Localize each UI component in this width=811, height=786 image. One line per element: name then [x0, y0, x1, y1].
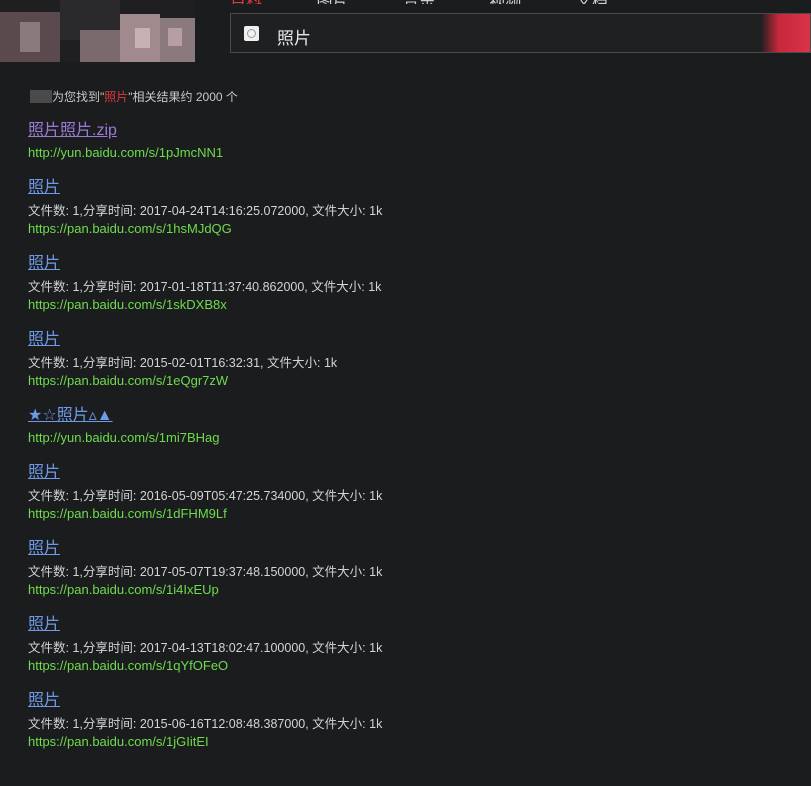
- result-meta: 文件数: 1,分享时间: 2017-04-13T18:02:47.100000,…: [28, 641, 383, 655]
- result-url[interactable]: https://pan.baidu.com/s/1skDXB8x: [28, 296, 788, 314]
- summary-prefix: 为您找到": [52, 90, 105, 104]
- search-input[interactable]: 照片: [277, 24, 311, 49]
- nav-item-video[interactable]: 视频: [489, 0, 521, 4]
- result-summary: 为您找到"照片"相关结果约 2000 个: [30, 88, 238, 105]
- search-button[interactable]: [762, 14, 810, 52]
- result-url[interactable]: https://pan.baidu.com/s/1dFHM9Lf: [28, 505, 788, 523]
- result-item: 照片文件数: 1,分享时间: 2017-05-07T19:37:48.15000…: [28, 538, 788, 599]
- result-item: 照片文件数: 1,分享时间: 2015-02-01T16:32:31, 文件大小…: [28, 329, 788, 390]
- result-title-link[interactable]: 照片: [28, 690, 60, 712]
- result-url[interactable]: http://yun.baidu.com/s/1pJmcNN1: [28, 144, 788, 162]
- result-title-link[interactable]: 照片: [28, 614, 60, 636]
- result-meta: 文件数: 1,分享时间: 2017-05-07T19:37:48.150000,…: [28, 565, 383, 579]
- result-meta: 文件数: 1,分享时间: 2015-06-16T12:08:48.387000,…: [28, 717, 383, 731]
- result-url[interactable]: https://pan.baidu.com/s/1eQgr7zW: [28, 372, 788, 390]
- result-url[interactable]: http://yun.baidu.com/s/1mi7BHag: [28, 429, 788, 447]
- result-url[interactable]: https://pan.baidu.com/s/1i4IxEUp: [28, 581, 788, 599]
- result-meta: 文件数: 1,分享时间: 2016-05-09T05:47:25.734000,…: [28, 489, 383, 503]
- result-title-link[interactable]: 照片: [28, 329, 60, 351]
- result-title-link[interactable]: ★☆照片▵▲: [28, 405, 113, 427]
- nav-item-baike[interactable]: 百科: [230, 0, 262, 4]
- result-item: 照片文件数: 1,分享时间: 2017-01-18T11:37:40.86200…: [28, 253, 788, 314]
- result-item: ★☆照片▵▲ http://yun.baidu.com/s/1mi7BHag: [28, 405, 788, 447]
- result-title-link[interactable]: 照片: [28, 177, 60, 199]
- blurred-site-name: [30, 90, 52, 103]
- result-url[interactable]: https://pan.baidu.com/s/1jGIitEI: [28, 733, 788, 751]
- result-url[interactable]: https://pan.baidu.com/s/1qYfOFeO: [28, 657, 788, 675]
- nav-item-music[interactable]: 音乐: [403, 0, 435, 4]
- result-item: 照片文件数: 1,分享时间: 2017-04-24T14:16:25.07200…: [28, 177, 788, 238]
- summary-suffix: "相关结果约 2000 个: [128, 90, 238, 104]
- result-item: 照片文件数: 1,分享时间: 2017-04-13T18:02:47.10000…: [28, 614, 788, 675]
- result-meta: 文件数: 1,分享时间: 2017-04-24T14:16:25.072000,…: [28, 204, 383, 218]
- result-meta: 文件数: 1,分享时间: 2017-01-18T11:37:40.862000,…: [28, 280, 382, 294]
- results-list: 照片照片.zip http://yun.baidu.com/s/1pJmcNN1 照…: [28, 120, 788, 766]
- site-logo[interactable]: [0, 0, 195, 62]
- result-title-link[interactable]: 照片: [28, 462, 60, 484]
- search-box[interactable]: 照片: [230, 13, 811, 53]
- result-item: 照片照片.zip http://yun.baidu.com/s/1pJmcNN1: [28, 120, 788, 162]
- result-title-link[interactable]: 照片: [28, 253, 60, 275]
- nav-item-docs[interactable]: 文档: [576, 0, 608, 4]
- result-meta: 文件数: 1,分享时间: 2015-02-01T16:32:31, 文件大小: …: [28, 356, 338, 370]
- nav-item-images[interactable]: 图片: [316, 0, 348, 4]
- summary-keyword: 照片: [104, 90, 129, 104]
- search-icon: [244, 26, 259, 41]
- result-title-link[interactable]: 照片: [28, 538, 60, 560]
- top-nav: 百科 图片 音乐 视频 文档: [230, 0, 810, 4]
- result-url[interactable]: https://pan.baidu.com/s/1hsMJdQG: [28, 220, 788, 238]
- result-title-link[interactable]: 照片照片.zip: [28, 120, 117, 142]
- result-item: 照片文件数: 1,分享时间: 2015-06-16T12:08:48.38700…: [28, 690, 788, 751]
- result-item: 照片文件数: 1,分享时间: 2016-05-09T05:47:25.73400…: [28, 462, 788, 523]
